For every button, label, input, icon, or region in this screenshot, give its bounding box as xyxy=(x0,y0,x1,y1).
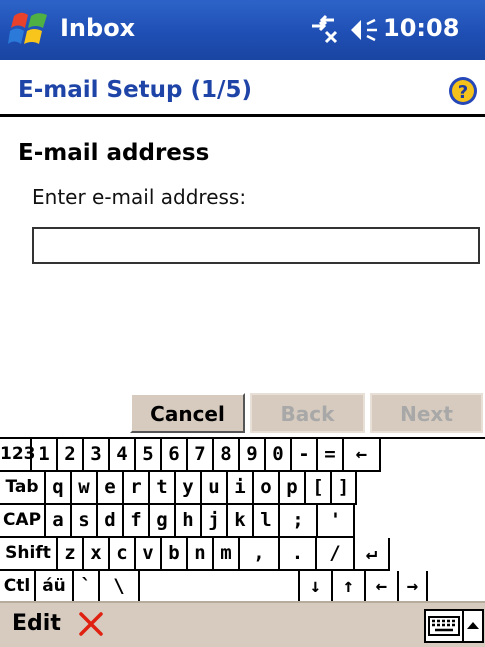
windows-start-icon[interactable] xyxy=(8,6,52,54)
menu-bar: Edit xyxy=(0,601,485,647)
help-icon[interactable]: ? xyxy=(448,76,478,106)
close-x-icon[interactable] xyxy=(78,611,104,637)
backspace-key[interactable]: ← xyxy=(344,439,381,472)
up-arrow-icon[interactable] xyxy=(464,609,484,643)
key-v[interactable]: v xyxy=(136,538,162,571)
key-123[interactable]: 123 xyxy=(0,439,36,472)
right-arrow-key[interactable]: → xyxy=(399,571,428,604)
section-title: E-mail address xyxy=(18,140,210,166)
svg-text:?: ? xyxy=(458,82,468,103)
key-b[interactable]: b xyxy=(162,538,188,571)
key-3[interactable]: 3 xyxy=(84,439,110,472)
key-symbol[interactable]: - xyxy=(292,439,318,472)
cancel-button[interactable]: Cancel xyxy=(130,393,245,433)
key-u[interactable]: u xyxy=(202,472,228,505)
page-header: E-mail Setup (1/5) ? xyxy=(0,60,485,117)
next-button[interactable]: Next xyxy=(370,393,483,433)
key-cap[interactable]: CAP xyxy=(0,505,46,538)
key-f[interactable]: f xyxy=(124,505,150,538)
key-ctl[interactable]: Ctl xyxy=(0,571,36,604)
key-4[interactable]: 4 xyxy=(110,439,136,472)
key-s[interactable]: s xyxy=(72,505,98,538)
key-l[interactable]: l xyxy=(254,505,280,538)
key-symbol[interactable]: ; xyxy=(280,505,318,538)
key-2[interactable]: 2 xyxy=(58,439,84,472)
connectivity-icon[interactable] xyxy=(308,14,340,46)
page-title: E-mail Setup (1/5) xyxy=(18,77,252,103)
key-q[interactable]: q xyxy=(46,472,72,505)
key-d[interactable]: d xyxy=(98,505,124,538)
keyboard-icon[interactable] xyxy=(424,609,464,643)
key-symbol[interactable]: ` xyxy=(74,571,100,604)
key-tab[interactable]: Tab xyxy=(0,472,46,505)
key-x[interactable]: x xyxy=(84,538,110,571)
key-w[interactable]: w xyxy=(72,472,98,505)
email-field-label: Enter e-mail address: xyxy=(32,185,247,209)
key-z[interactable]: z xyxy=(58,538,84,571)
key-k[interactable]: k xyxy=(228,505,254,538)
email-input[interactable] xyxy=(32,227,480,264)
key-7[interactable]: 7 xyxy=(188,439,214,472)
enter-key[interactable]: ↵ xyxy=(355,538,390,571)
key-a[interactable]: a xyxy=(46,505,72,538)
down-arrow-key[interactable]: ↓ xyxy=(300,571,333,604)
key-5[interactable]: 5 xyxy=(136,439,162,472)
key-symbol[interactable]: ] xyxy=(332,472,357,505)
key-j[interactable]: j xyxy=(202,505,228,538)
key-symbol[interactable]: áü xyxy=(36,571,74,604)
volume-icon[interactable] xyxy=(345,16,379,44)
key-c[interactable]: c xyxy=(110,538,136,571)
clock[interactable]: 10:08 xyxy=(383,14,459,42)
key-1[interactable]: 1 xyxy=(32,439,58,472)
key-symbol[interactable]: , xyxy=(240,538,280,571)
edit-menu[interactable]: Edit xyxy=(12,611,61,636)
key-h[interactable]: h xyxy=(176,505,202,538)
key-8[interactable]: 8 xyxy=(214,439,240,472)
key-symbol[interactable]: / xyxy=(317,538,355,571)
key-y[interactable]: y xyxy=(176,472,202,505)
key-o[interactable]: o xyxy=(254,472,280,505)
key-symbol[interactable]: ' xyxy=(318,505,355,538)
left-arrow-key[interactable]: ← xyxy=(366,571,399,604)
key-e[interactable]: e xyxy=(98,472,124,505)
back-button[interactable]: Back xyxy=(250,393,365,433)
key-n[interactable]: n xyxy=(188,538,214,571)
key-6[interactable]: 6 xyxy=(162,439,188,472)
key-g[interactable]: g xyxy=(150,505,176,538)
key-symbol[interactable]: . xyxy=(280,538,317,571)
key-symbol[interactable]: \ xyxy=(100,571,140,604)
key-symbol[interactable]: = xyxy=(318,439,344,472)
up-arrow-key[interactable]: ↑ xyxy=(333,571,366,604)
key-0[interactable]: 0 xyxy=(266,439,292,472)
key-9[interactable]: 9 xyxy=(240,439,266,472)
key-r[interactable]: r xyxy=(124,472,150,505)
key-shift[interactable]: Shift xyxy=(0,538,58,571)
key-t[interactable]: t xyxy=(150,472,176,505)
key-i[interactable]: i xyxy=(228,472,254,505)
key-p[interactable]: p xyxy=(280,472,306,505)
soft-keyboard: 123 1 2 3 4 5 6 7 8 9 0- = ← Tab q w e r t y u i o p[] CAP a s d f… xyxy=(0,437,485,604)
space-key[interactable] xyxy=(140,571,300,604)
key-symbol[interactable]: [ xyxy=(306,472,332,505)
key-m[interactable]: m xyxy=(214,538,240,571)
app-title[interactable]: Inbox xyxy=(60,14,135,42)
title-bar: Inbox 10:08 xyxy=(0,0,485,60)
